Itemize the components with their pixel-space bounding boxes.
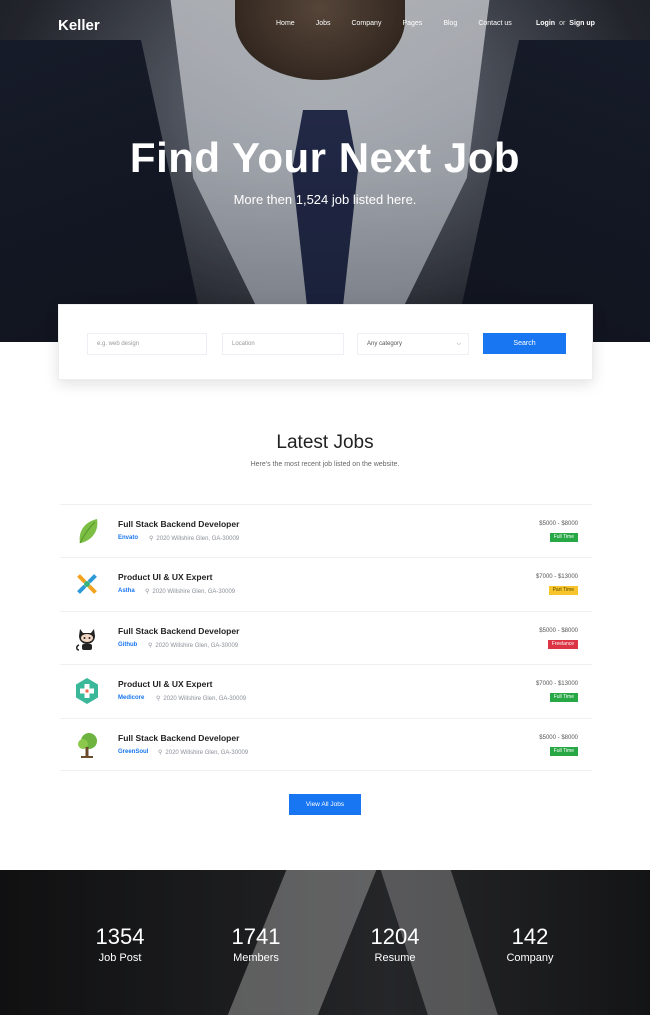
job-list-item[interactable]: Product UI & UX Expert Astha ⚲ 2020 Wills… xyxy=(60,557,592,610)
nav-link-company[interactable]: Company xyxy=(351,20,381,27)
job-title[interactable]: Product UI & UX Expert xyxy=(118,679,212,689)
map-pin-icon: ⚲ xyxy=(156,696,161,703)
job-location: ⚲ 2020 Willshire Glen, GA-30009 xyxy=(148,642,238,649)
category-select-value: Any category xyxy=(367,341,403,347)
stat-resume: 1204 Resume xyxy=(340,924,450,964)
job-type-badge: Full Time xyxy=(549,693,578,703)
hero-subtitle: More then 1,524 job listed here. xyxy=(233,192,417,207)
job-company[interactable]: Medicore xyxy=(118,695,144,701)
top-navigation: Keller Home Jobs Company Pages Blog Cont… xyxy=(0,0,650,52)
job-type-badge: Freelance xyxy=(547,639,578,649)
location-input[interactable]: Location xyxy=(222,333,344,355)
job-type-badge: Full Time xyxy=(549,746,578,756)
map-pin-icon: ⚲ xyxy=(145,589,150,596)
job-location-text: 2020 Willshire Glen, GA-30009 xyxy=(152,589,236,596)
map-pin-icon: ⚲ xyxy=(148,642,153,649)
login-link[interactable]: Login xyxy=(536,20,555,27)
site-logo[interactable]: Keller xyxy=(58,17,100,34)
stat-number: 1741 xyxy=(231,924,281,949)
stat-label: Company xyxy=(506,952,554,964)
category-select[interactable]: Any category ⌵ xyxy=(357,333,469,355)
job-type-badge: Full Time xyxy=(549,533,578,542)
hero-section: Keller Home Jobs Company Pages Blog Cont… xyxy=(0,0,650,342)
medical-cross-logo-icon xyxy=(72,676,102,706)
chevron-down-icon: ⌵ xyxy=(456,341,461,347)
job-title[interactable]: Product UI & UX Expert xyxy=(118,572,212,582)
job-location-text: 2020 Willshire Glen, GA-30009 xyxy=(155,642,239,649)
stat-label: Job Post xyxy=(98,952,142,964)
job-title[interactable]: Full Stack Backend Developer xyxy=(118,519,239,529)
stat-label: Resume xyxy=(374,952,416,964)
job-salary: $5000 - $8000 xyxy=(539,734,578,741)
nav-auth: Login or Sign up xyxy=(536,20,595,27)
job-title[interactable]: Full Stack Backend Developer xyxy=(118,626,239,636)
job-salary: $7000 - $13000 xyxy=(535,574,578,581)
job-salary: $5000 - $8000 xyxy=(539,521,578,527)
job-location-text: 2020 Willshire Glen, GA-30009 xyxy=(156,536,240,542)
nav-link-home[interactable]: Home xyxy=(276,20,295,27)
keyword-input[interactable]: e.g. web design xyxy=(87,333,207,355)
latest-jobs-title: Latest Jobs xyxy=(276,432,374,453)
job-location: ⚲ 2020 Willshire Glen, GA-30009 xyxy=(149,535,239,542)
nav-link-contact[interactable]: Contact us xyxy=(478,20,511,27)
job-location-text: 2020 Willshire Glen, GA-30009 xyxy=(165,749,249,756)
stat-members: 1741 Members xyxy=(201,924,311,964)
job-salary: $5000 - $8000 xyxy=(539,627,578,634)
nav-link-blog[interactable]: Blog xyxy=(443,20,457,27)
stat-job-post: 1354 Job Post xyxy=(65,924,175,964)
stat-number: 1204 xyxy=(370,924,420,949)
nav-link-jobs[interactable]: Jobs xyxy=(316,20,331,27)
job-list-item[interactable]: Full Stack Backend Developer Github ⚲ 202… xyxy=(60,610,592,664)
job-title[interactable]: Full Stack Backend Developer xyxy=(118,733,239,743)
view-all-jobs-button[interactable]: View All Jobs xyxy=(289,794,361,815)
auth-separator: or xyxy=(559,20,566,27)
signup-link[interactable]: Sign up xyxy=(569,20,595,27)
latest-jobs-subtitle: Here's the most recent job listed on the… xyxy=(250,461,400,468)
stat-number: 142 xyxy=(511,924,549,949)
leaf-logo-icon xyxy=(72,516,102,546)
tree-logo-icon xyxy=(72,730,102,760)
job-company[interactable]: Envato xyxy=(118,535,138,541)
stats-section: 1354 Job Post 1741 Members 1204 Resume 1… xyxy=(0,870,650,1015)
job-type-badge: Part Time xyxy=(548,586,578,596)
job-list: Full Stack Backend Developer Envato ⚲ 202… xyxy=(60,504,592,771)
cross-arrows-logo-icon xyxy=(72,569,102,599)
job-location-text: 2020 Willshire Glen, GA-30009 xyxy=(163,696,247,703)
map-pin-icon: ⚲ xyxy=(149,536,154,542)
job-list-item[interactable]: Full Stack Backend Developer Envato ⚲ 202… xyxy=(60,504,592,557)
job-salary: $7000 - $13000 xyxy=(535,681,578,688)
job-company[interactable]: Astha xyxy=(118,588,135,594)
nav-link-pages[interactable]: Pages xyxy=(402,20,422,27)
search-button[interactable]: Search xyxy=(483,333,566,354)
job-list-item[interactable]: Product UI & UX Expert Medicore ⚲ 2020 Wi… xyxy=(60,664,592,717)
nav-links: Home Jobs Company Pages Blog Contact us xyxy=(276,20,533,27)
stat-company: 142 Company xyxy=(475,924,585,964)
map-pin-icon: ⚲ xyxy=(158,749,163,756)
job-list-item[interactable]: Full Stack Backend Developer GreenSoul ⚲… xyxy=(60,717,592,771)
octocat-logo-icon xyxy=(72,623,102,653)
job-location: ⚲ 2020 Willshire Glen, GA-30009 xyxy=(158,749,248,756)
stat-label: Members xyxy=(233,952,279,964)
job-location: ⚲ 2020 Willshire Glen, GA-30009 xyxy=(145,588,235,595)
job-company[interactable]: Github xyxy=(118,642,137,648)
job-location: ⚲ 2020 Willshire Glen, GA-30009 xyxy=(156,695,246,702)
job-company[interactable]: GreenSoul xyxy=(118,749,148,755)
hero-title: Find Your Next Job xyxy=(129,134,521,181)
stat-number: 1354 xyxy=(95,924,145,949)
job-search-form: e.g. web design Location Any category ⌵ … xyxy=(58,304,593,380)
